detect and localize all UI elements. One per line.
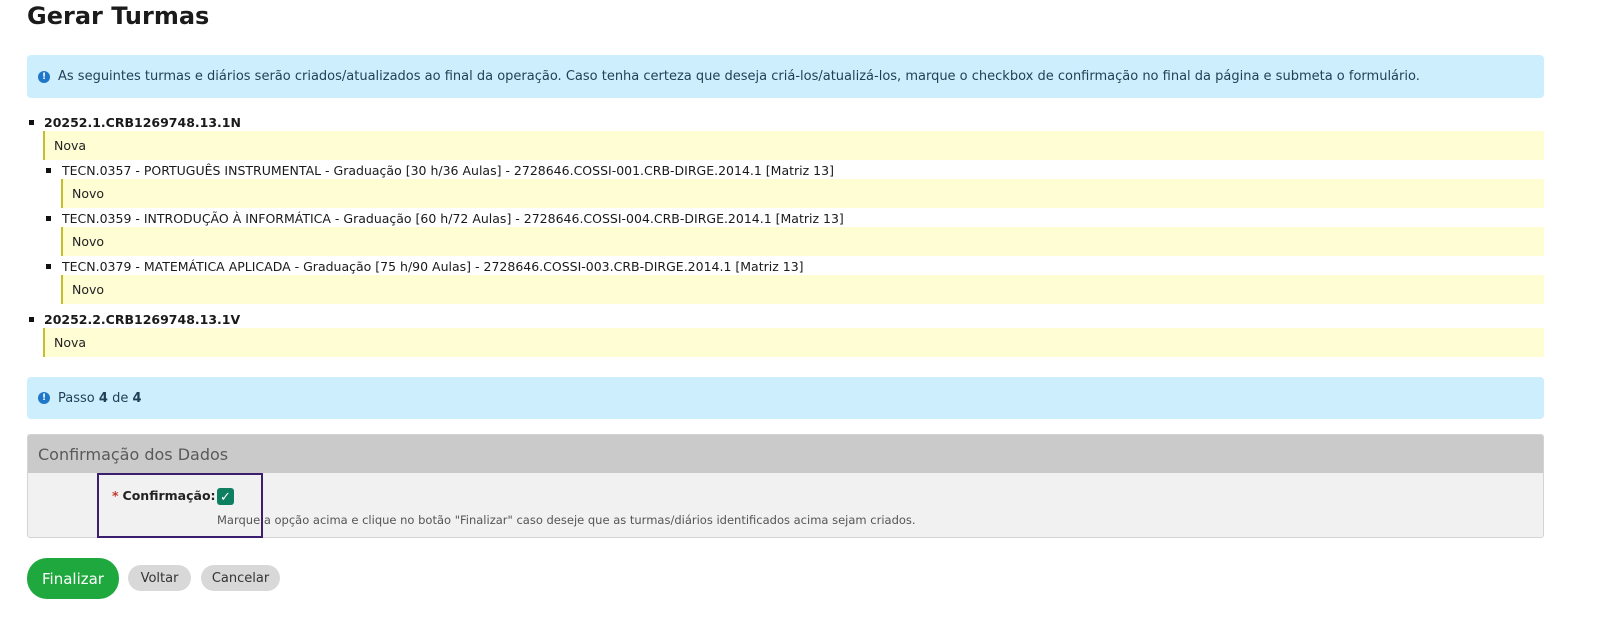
list-bullet — [46, 216, 51, 221]
info-icon: ! — [38, 70, 50, 83]
confirmation-label-text: Confirmação: — [122, 488, 216, 503]
step-indicator: ! Passo 4 de 4 — [27, 377, 1544, 419]
diario-status: Novo — [72, 234, 105, 249]
back-button[interactable]: Voltar — [128, 565, 191, 591]
step-prefix: Passo — [58, 390, 95, 406]
list-bullet — [46, 264, 51, 269]
list-bullet — [46, 168, 51, 173]
step-text: Passo 4 de 4 — [58, 391, 142, 406]
info-icon: ! — [38, 392, 50, 404]
panel-title: Confirmação dos Dados — [28, 435, 1543, 473]
confirmation-panel: Confirmação dos Dados * Confirmação: ✓ Ma… — [27, 434, 1544, 538]
diario-item: TECN.0357 - PORTUGUÊS INSTRUMENTAL - Gra… — [62, 163, 834, 178]
page: Gerar Turmas ! As seguintes turmas e diá… — [0, 0, 1601, 628]
turma-status: Nova — [54, 138, 87, 153]
turma-code: 20252.1.CRB1269748.13.1N — [44, 115, 241, 130]
cancel-button[interactable]: Cancelar — [201, 565, 280, 591]
list-bullet — [29, 120, 34, 125]
finalize-button[interactable]: Finalizar — [27, 558, 119, 599]
diario-status-note: Novo — [61, 275, 1544, 304]
diario-status-note: Novo — [61, 227, 1544, 256]
info-alert-text: As seguintes turmas e diários serão cria… — [58, 69, 1420, 84]
diario-item: TECN.0379 - MATEMÁTICA APLICADA - Gradua… — [62, 259, 804, 274]
check-icon: ✓ — [220, 488, 231, 504]
info-alert: ! As seguintes turmas e diários serão cr… — [27, 55, 1544, 98]
turma-status: Nova — [54, 335, 87, 350]
diario-item: TECN.0359 - INTRODUÇÃO À INFORMÁTICA - G… — [62, 211, 844, 226]
page-title: Gerar Turmas — [27, 2, 210, 30]
step-connector: de — [112, 390, 129, 406]
turma-status-note: Nova — [43, 328, 1544, 357]
confirmation-checkbox[interactable]: ✓ — [217, 488, 234, 505]
diario-status: Novo — [72, 282, 105, 297]
turma-code: 20252.2.CRB1269748.13.1V — [44, 312, 241, 327]
step-current: 4 — [98, 390, 108, 406]
turma-status-note: Nova — [43, 131, 1544, 160]
list-bullet — [29, 317, 34, 322]
confirmation-help-text: Marque a opção acima e clique no botão "… — [217, 513, 916, 527]
diario-status: Novo — [72, 186, 105, 201]
confirmation-label: * Confirmação: — [112, 488, 216, 503]
required-mark: * — [112, 488, 119, 503]
step-total: 4 — [132, 390, 142, 406]
diario-status-note: Novo — [61, 179, 1544, 208]
